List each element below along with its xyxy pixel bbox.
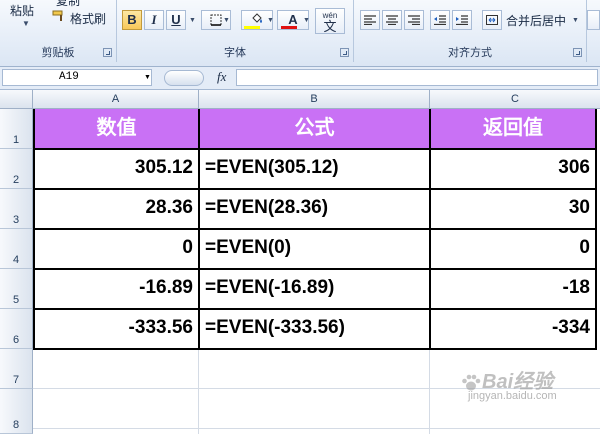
decrease-indent-icon: [434, 15, 446, 26]
clipboard-group-label: 剪贴板: [41, 47, 75, 59]
table-border: [33, 148, 597, 150]
font-group: B I U ▼ ▼ ▼ A ▼ wén 文 字体 .: [117, 0, 354, 62]
cell-value[interactable]: -16.89: [34, 269, 199, 309]
format-painter-icon: [52, 10, 63, 21]
cell-formula[interactable]: =EVEN(-16.89): [199, 269, 430, 309]
cell-formula[interactable]: =EVEN(28.36): [199, 189, 430, 229]
increase-indent-icon: [456, 15, 468, 26]
alignment-launcher-icon[interactable]: .: [573, 48, 582, 57]
watermark-url: jingyan.baidu.com: [468, 390, 557, 402]
formula-input[interactable]: [236, 69, 598, 86]
table-border: [33, 268, 597, 270]
clipboard-group: 粘贴 ▼ 复制 格式刷 剪贴板 .: [0, 0, 117, 62]
border-icon: [210, 14, 222, 26]
gridline: [429, 349, 430, 434]
format-painter-button[interactable]: 格式刷: [70, 10, 106, 27]
alignment-group: 合并后居中 ▼ 对齐方式 .: [354, 0, 587, 62]
clipboard-launcher-icon[interactable]: .: [103, 48, 112, 57]
ribbon: 粘贴 ▼ 复制 格式刷 剪贴板 . B I U ▼ ▼ ▼: [0, 0, 600, 67]
cell-result[interactable]: 30: [430, 189, 596, 229]
alignment-group-label: 对齐方式: [448, 47, 492, 59]
border-dropdown-icon[interactable]: ▼: [223, 17, 230, 24]
header-cell-result[interactable]: 返回值: [430, 109, 596, 149]
merge-dropdown-icon[interactable]: ▼: [572, 17, 579, 24]
font-launcher-icon[interactable]: .: [340, 48, 349, 57]
align-right-button[interactable]: [404, 10, 424, 30]
merge-center-icon: [486, 15, 498, 25]
gridline: [33, 428, 600, 429]
select-all-corner[interactable]: [0, 90, 33, 109]
cell-value[interactable]: 305.12: [34, 149, 199, 189]
name-box[interactable]: A19: [2, 69, 152, 86]
phonetic-button[interactable]: wén 文: [315, 8, 345, 34]
cell-formula[interactable]: =EVEN(-333.56): [199, 309, 430, 349]
increase-indent-button[interactable]: [452, 10, 472, 30]
name-box-dropdown-icon[interactable]: ▼: [144, 74, 151, 81]
table-border: [33, 228, 597, 230]
merge-center-button[interactable]: [482, 10, 502, 30]
copy-button[interactable]: 复制: [56, 0, 80, 9]
cell-formula[interactable]: =EVEN(305.12): [199, 149, 430, 189]
cell-value[interactable]: -333.56: [34, 309, 199, 349]
header-cell-formula[interactable]: 公式: [199, 109, 430, 149]
phonetic-char: 文: [323, 19, 337, 34]
gridline: [198, 349, 199, 434]
cell-result[interactable]: 0: [430, 229, 596, 269]
table-border: [198, 109, 200, 350]
row-header-6[interactable]: 6: [0, 309, 33, 349]
align-center-button[interactable]: [382, 10, 402, 30]
align-center-icon: [386, 15, 398, 26]
row-header-3[interactable]: 3: [0, 189, 33, 229]
underline-dropdown-icon[interactable]: ▼: [189, 17, 196, 24]
paste-button[interactable]: 粘贴: [10, 2, 34, 19]
table-border: [33, 109, 35, 350]
table-border: [595, 109, 597, 350]
table-border: [429, 109, 431, 350]
row-header-1[interactable]: 1: [0, 109, 33, 149]
font-color-swatch: [281, 26, 297, 29]
row-header-4[interactable]: 4: [0, 229, 33, 269]
font-color-label: A: [288, 12, 298, 27]
cell-formula[interactable]: =EVEN(0): [199, 229, 430, 269]
merge-center-label[interactable]: 合并后居中: [506, 12, 566, 29]
table-border: [33, 348, 597, 350]
align-left-icon: [364, 15, 376, 26]
font-color-dropdown-icon[interactable]: ▼: [303, 17, 310, 24]
cell-result[interactable]: -334: [430, 309, 596, 349]
align-left-button[interactable]: [360, 10, 380, 30]
column-header-c[interactable]: C: [430, 90, 600, 109]
wrap-text-button[interactable]: [587, 10, 600, 30]
header-cell-value[interactable]: 数值: [34, 109, 199, 149]
row-header-8[interactable]: 8: [0, 389, 33, 434]
underline-button[interactable]: U: [166, 10, 186, 30]
next-group-edge: [587, 0, 600, 62]
align-right-icon: [408, 15, 420, 26]
bold-button[interactable]: B: [122, 10, 142, 30]
column-header-b[interactable]: B: [199, 90, 430, 109]
row-header-2[interactable]: 2: [0, 149, 33, 189]
fill-color-dropdown-icon[interactable]: ▼: [267, 17, 274, 24]
formula-bar: A19 ▼ fx: [0, 67, 600, 90]
italic-button[interactable]: I: [144, 10, 164, 30]
row-header-7[interactable]: 7: [0, 349, 33, 389]
cell-result[interactable]: 306: [430, 149, 596, 189]
table-border: [33, 308, 597, 310]
cell-result[interactable]: -18: [430, 269, 596, 309]
row-header-5[interactable]: 5: [0, 269, 33, 309]
decrease-indent-button[interactable]: [430, 10, 450, 30]
formula-expand-button[interactable]: [164, 70, 204, 86]
column-header-a[interactable]: A: [33, 90, 199, 109]
cell-value[interactable]: 0: [34, 229, 199, 269]
paste-dropdown-icon[interactable]: ▼: [22, 19, 30, 28]
cell-value[interactable]: 28.36: [34, 189, 199, 229]
fill-color-swatch: [244, 26, 260, 29]
fill-bucket-icon: [252, 13, 262, 23]
table-border: [33, 188, 597, 190]
font-group-label: 字体: [224, 47, 246, 59]
insert-function-icon[interactable]: fx: [217, 69, 226, 85]
